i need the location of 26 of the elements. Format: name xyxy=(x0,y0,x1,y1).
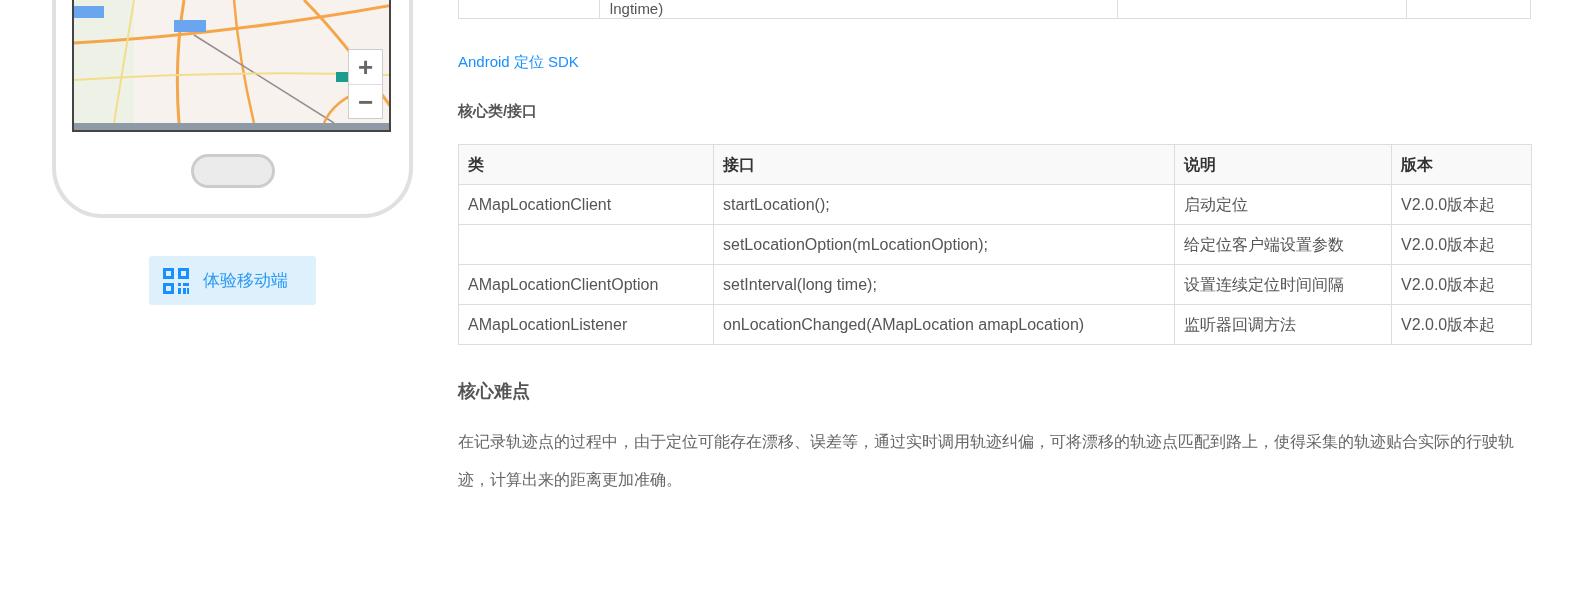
paragraph: 在记录轨迹点的过程中，由于定位可能存在漂移、误差等，通过实时调用轨迹纠偏，可将漂移的轨迹点匹配到路上，使得采集的轨迹贴合实际的行驶轨迹，计算出来的距离更加准确。 xyxy=(458,432,1515,490)
table-cell: V2.0.0版本起 xyxy=(1391,304,1532,345)
qr-code-icon xyxy=(163,267,189,294)
sdk-link[interactable]: Android 定位 SDK xyxy=(458,50,579,73)
table-cell: AMapLocationClient xyxy=(458,184,714,225)
column-header: 说明 xyxy=(1174,144,1392,185)
table-cell: lngtime) xyxy=(599,0,1118,18)
table-cell: setInterval(long time); xyxy=(713,264,1175,305)
table-cell: V2.0.0版本起 xyxy=(1391,224,1532,265)
section-heading: 核心类/接口 xyxy=(458,100,539,121)
table-cell: setLocationOption(mLocationOption); xyxy=(713,224,1175,265)
home-button[interactable] xyxy=(190,154,275,188)
table-cell: V2.0.0版本起 xyxy=(1391,264,1532,305)
table-cell: V2.0.0版本起 xyxy=(1391,184,1532,225)
table-cell: 给定位客户端设置参数 xyxy=(1174,224,1392,265)
table-cell: AMapLocationClientOption xyxy=(458,264,714,305)
table-cell: AMapLocationListener xyxy=(458,304,714,345)
table-cell: 启动定位 xyxy=(1174,184,1392,225)
table-cell: 监听器回调方法 xyxy=(1174,304,1392,345)
table-cell: 设置连续定位时间间隔 xyxy=(1174,264,1392,305)
column-header: 接口 xyxy=(713,144,1175,185)
column-header: 类 xyxy=(458,144,714,185)
table-cell: startLocation(); xyxy=(713,184,1175,225)
column-header: 版本 xyxy=(1391,144,1532,185)
table-cell: onLocationChanged(AMapLocation amapLocation) xyxy=(713,304,1175,345)
section-heading: 核心难点 xyxy=(458,380,531,403)
